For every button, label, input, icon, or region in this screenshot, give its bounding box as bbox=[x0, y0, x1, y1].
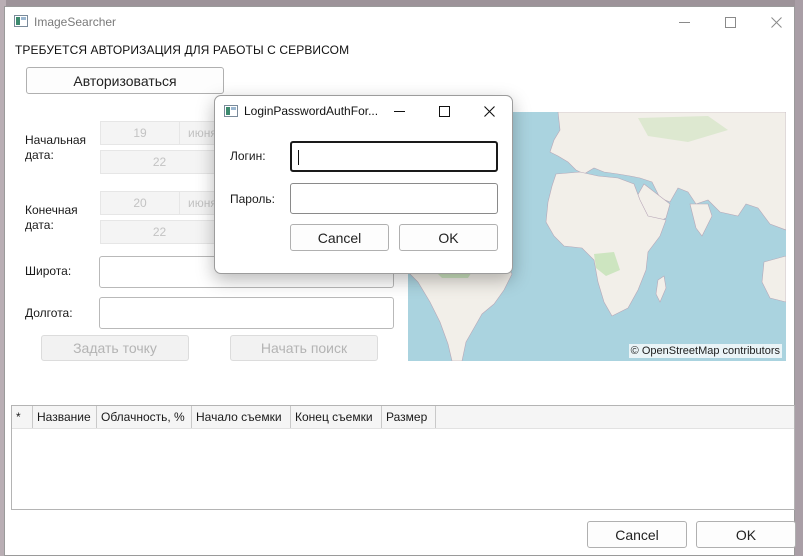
column-header-star[interactable]: * bbox=[12, 406, 33, 428]
dialog-ok-button[interactable]: OK bbox=[399, 224, 498, 251]
start-date-label: Начальная дата: bbox=[25, 133, 87, 162]
map-land-india bbox=[689, 203, 713, 237]
column-header-start[interactable]: Начало съемки bbox=[192, 406, 291, 428]
login-label: Логин: bbox=[230, 149, 266, 163]
login-dialog: LoginPasswordAuthFor... Логин: Пароль: C… bbox=[214, 95, 513, 274]
close-icon bbox=[770, 16, 782, 28]
maximize-icon bbox=[724, 16, 736, 28]
start-date-hour[interactable]: 22 bbox=[100, 150, 219, 174]
map-land-madagascar bbox=[655, 275, 667, 303]
longitude-label: Долгота: bbox=[25, 306, 73, 320]
app-icon bbox=[14, 15, 28, 27]
results-table[interactable]: * Название Облачность, % Начало съемки К… bbox=[11, 405, 795, 510]
end-date-hour[interactable]: 22 bbox=[100, 220, 219, 244]
start-date-day[interactable]: 19 bbox=[100, 121, 180, 145]
dialog-minimize-button[interactable] bbox=[377, 96, 421, 126]
column-header-end[interactable]: Конец съемки bbox=[291, 406, 382, 428]
main-cancel-button[interactable]: Cancel bbox=[587, 521, 687, 548]
start-date-month[interactable]: июня bbox=[179, 121, 219, 145]
end-date-day[interactable]: 20 bbox=[100, 191, 180, 215]
main-titlebar[interactable]: ImageSearcher bbox=[5, 7, 794, 37]
set-point-button[interactable]: Задать точку bbox=[41, 335, 189, 361]
minimize-icon bbox=[393, 110, 405, 112]
longitude-input[interactable] bbox=[99, 297, 394, 329]
minimize-button[interactable] bbox=[661, 7, 707, 37]
start-search-button[interactable]: Начать поиск bbox=[230, 335, 378, 361]
close-button[interactable] bbox=[753, 7, 799, 37]
password-input[interactable] bbox=[290, 183, 498, 214]
main-ok-button[interactable]: OK bbox=[696, 521, 796, 548]
dialog-cancel-button[interactable]: Cancel bbox=[290, 224, 389, 251]
close-icon bbox=[483, 105, 495, 117]
column-header-size[interactable]: Размер bbox=[382, 406, 436, 428]
maximize-icon bbox=[438, 105, 450, 117]
dialog-close-button[interactable] bbox=[467, 96, 511, 126]
end-date-label: Конечная дата: bbox=[25, 203, 78, 232]
main-window: ImageSearcher ТРЕБУЕТСЯ АВТОРИЗАЦИЯ ДЛЯ … bbox=[4, 6, 796, 556]
authorize-button[interactable]: Авторизоваться bbox=[26, 67, 224, 94]
password-label: Пароль: bbox=[230, 192, 275, 206]
maximize-button[interactable] bbox=[707, 7, 753, 37]
map-land-australia bbox=[761, 255, 786, 303]
text-caret bbox=[298, 150, 299, 165]
column-header-cloudiness[interactable]: Облачность, % bbox=[97, 406, 192, 428]
column-header-name[interactable]: Название bbox=[33, 406, 97, 428]
window-title: ImageSearcher bbox=[34, 15, 117, 29]
dialog-maximize-button[interactable] bbox=[422, 96, 466, 126]
dialog-app-icon bbox=[224, 105, 238, 117]
auth-required-note: ТРЕБУЕТСЯ АВТОРИЗАЦИЯ ДЛЯ РАБОТЫ С СЕРВИ… bbox=[15, 43, 350, 57]
latitude-label: Широта: bbox=[25, 264, 72, 278]
table-header: * Название Облачность, % Начало съемки К… bbox=[12, 406, 794, 429]
map-attribution[interactable]: © OpenStreetMap contributors bbox=[628, 344, 782, 358]
login-input[interactable] bbox=[290, 141, 498, 172]
end-date-month[interactable]: июня bbox=[179, 191, 219, 215]
minimize-icon bbox=[678, 21, 690, 23]
dialog-title: LoginPasswordAuthFor... bbox=[244, 104, 379, 118]
desktop-background-right bbox=[795, 0, 803, 556]
